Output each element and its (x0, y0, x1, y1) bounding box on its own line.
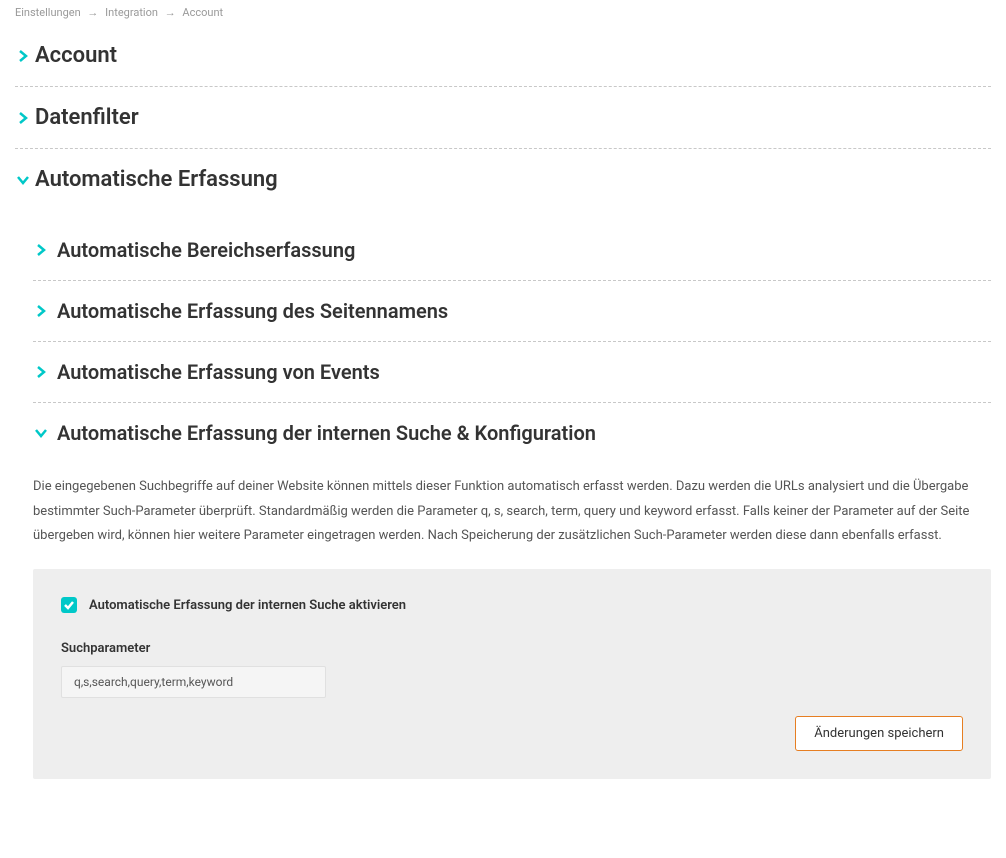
subsection-title: Automatische Erfassung der internen Such… (57, 421, 596, 445)
section-account-header[interactable]: Account (15, 25, 991, 87)
breadcrumb-item[interactable]: Integration (105, 6, 158, 19)
subsection-search-header[interactable]: Automatische Erfassung der internen Such… (33, 403, 991, 463)
arrow-right-icon: → (165, 6, 176, 19)
section-autocapture-header[interactable]: Automatische Erfassung (15, 149, 991, 210)
subsection-title: Automatische Erfassung des Seitennamens (57, 299, 448, 323)
subsection-pagename-header[interactable]: Automatische Erfassung des Seitennamens (33, 281, 991, 342)
arrow-right-icon: → (87, 6, 98, 19)
subsection-title: Automatische Erfassung von Events (57, 360, 380, 384)
section-title: Account (35, 43, 117, 68)
chevron-right-icon (33, 364, 49, 380)
breadcrumb: Einstellungen → Integration → Account (0, 0, 1006, 25)
save-button[interactable]: Änderungen speichern (795, 716, 963, 751)
search-param-label: Suchparameter (61, 641, 963, 656)
chevron-down-icon (33, 425, 49, 441)
breadcrumb-item[interactable]: Einstellungen (15, 6, 81, 19)
subsection-area-header[interactable]: Automatische Bereichserfassung (33, 220, 991, 281)
section-datafilter-header[interactable]: Datenfilter (15, 87, 991, 149)
checkbox-label: Automatische Erfassung der internen Such… (89, 598, 406, 613)
chevron-down-icon (15, 172, 31, 188)
chevron-right-icon (15, 48, 31, 64)
search-description: Die eingegebenen Suchbegriffe auf deiner… (33, 463, 991, 569)
section-title: Automatische Erfassung (35, 167, 278, 192)
search-param-input[interactable] (61, 666, 326, 698)
enable-search-capture-checkbox[interactable] (61, 597, 77, 613)
subsection-events-header[interactable]: Automatische Erfassung von Events (33, 342, 991, 403)
breadcrumb-item: Account (182, 6, 223, 19)
chevron-right-icon (33, 242, 49, 258)
chevron-right-icon (15, 110, 31, 126)
section-title: Datenfilter (35, 105, 139, 130)
chevron-right-icon (33, 303, 49, 319)
subsection-title: Automatische Bereichserfassung (57, 238, 355, 262)
search-config-panel: Automatische Erfassung der internen Such… (33, 569, 991, 779)
